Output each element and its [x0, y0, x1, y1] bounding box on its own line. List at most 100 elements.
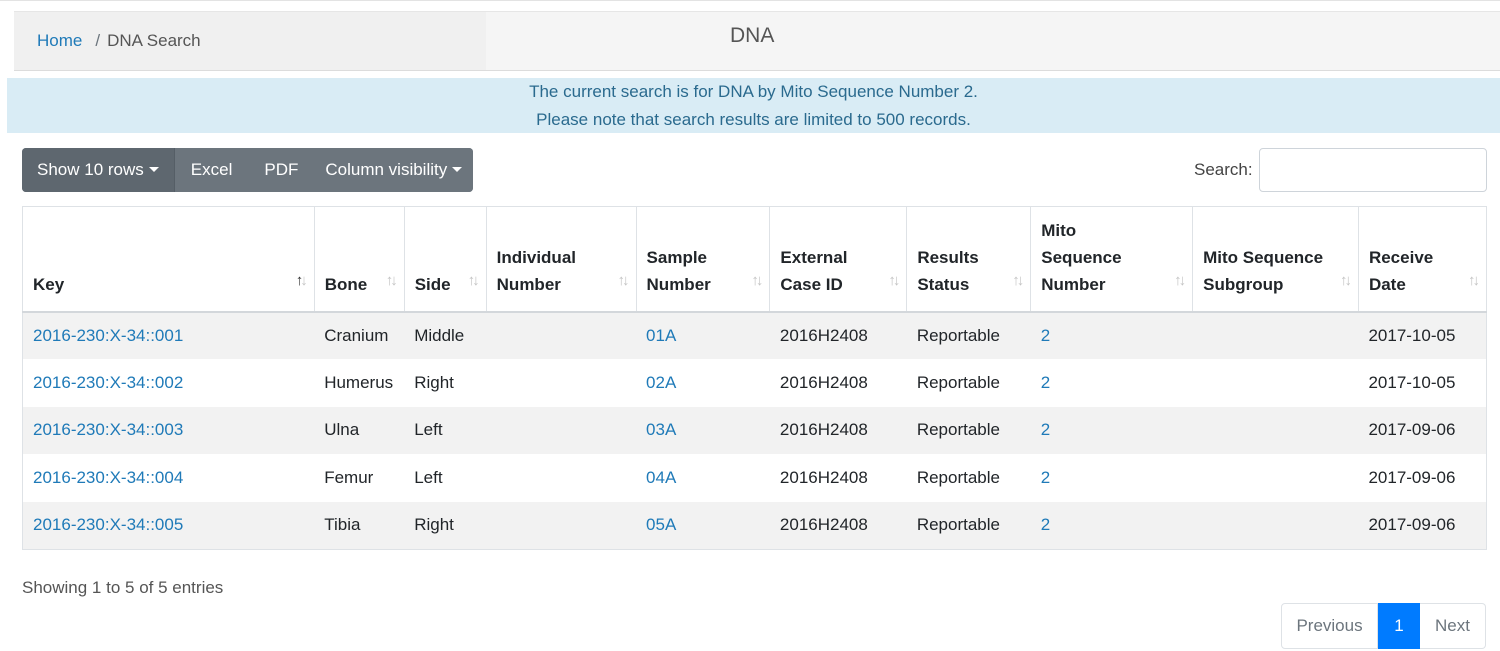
- sample-number-link[interactable]: 02A: [646, 373, 676, 392]
- cell-sample-number: 04A: [636, 454, 770, 502]
- column-header-individual-number[interactable]: Individual Number ↑↓: [486, 206, 637, 313]
- cell-key: 2016-230:X-34::005: [22, 501, 315, 550]
- cell-receive-date: 2017-09-06: [1358, 454, 1487, 502]
- cell-bone: Ulna: [314, 406, 405, 455]
- table-info-text: Showing 1 to 5 of 5 entries: [22, 578, 224, 597]
- sample-number-link[interactable]: 05A: [646, 515, 676, 534]
- cell-side: Left: [404, 406, 487, 455]
- breadcrumb-separator: /: [95, 31, 101, 50]
- cell-individual-number: [486, 406, 637, 455]
- sort-icon: ↑↓: [1174, 271, 1186, 289]
- sort-ascending-icon: ↑↓: [295, 271, 308, 289]
- header-label: Date: [1368, 274, 1406, 294]
- mito-sequence-link[interactable]: 2: [1041, 420, 1050, 439]
- table-row: 2016-230:X-34::001 Cranium Middle 01A 20…: [22, 311, 1487, 360]
- cell-sample-number: 01A: [636, 311, 770, 360]
- previous-page-button[interactable]: Previous: [1281, 603, 1378, 649]
- column-header-mito-sequence-subgroup[interactable]: Mito Sequence Subgroup ↑↓: [1192, 206, 1359, 313]
- cell-results-status: Reportable: [906, 406, 1031, 455]
- cell-receive-date: 2017-10-05: [1358, 311, 1487, 360]
- cell-individual-number: [486, 359, 637, 407]
- header-label: Status: [917, 274, 970, 294]
- column-visibility-label: Column visibility: [325, 160, 448, 179]
- show-rows-label: Show 10 rows: [37, 160, 144, 179]
- sort-icon: ↑↓: [617, 271, 630, 289]
- cell-side: Right: [404, 501, 487, 550]
- cell-mito-sequence-subgroup: [1192, 359, 1359, 407]
- cell-external-case-id: 2016H2408: [769, 359, 907, 407]
- key-link[interactable]: 2016-230:X-34::003: [33, 420, 183, 439]
- cell-individual-number: [486, 454, 637, 502]
- column-visibility-button[interactable]: Column visibility: [314, 148, 474, 192]
- sort-icon: ↑↓: [385, 271, 398, 289]
- header-label: Case ID: [780, 274, 843, 294]
- key-link[interactable]: 2016-230:X-34::002: [33, 373, 183, 392]
- table-row: 2016-230:X-34::002 Humerus Right 02A 201…: [22, 359, 1487, 407]
- cell-key: 2016-230:X-34::003: [22, 406, 315, 455]
- cell-external-case-id: 2016H2408: [769, 406, 907, 455]
- page-1-button[interactable]: 1: [1378, 603, 1420, 649]
- column-header-key[interactable]: Key ↑↓: [22, 206, 315, 313]
- pagination: Previous 1 Next: [1281, 603, 1486, 649]
- header-label: Individual: [496, 247, 576, 267]
- breadcrumb-current: DNA Search: [107, 31, 201, 50]
- cell-side: Right: [404, 359, 487, 407]
- key-link[interactable]: 2016-230:X-34::005: [33, 515, 183, 534]
- cell-results-status: Reportable: [906, 311, 1031, 360]
- cell-key: 2016-230:X-34::002: [22, 359, 315, 407]
- alert-line-1: The current search is for DNA by Mito Se…: [529, 82, 978, 101]
- header-label: Number: [496, 274, 561, 294]
- pdf-button[interactable]: PDF: [248, 148, 315, 192]
- cell-results-status: Reportable: [906, 454, 1031, 502]
- header-label: Sequence: [1041, 247, 1122, 267]
- sample-number-link[interactable]: 01A: [646, 326, 676, 345]
- header-label: Key: [33, 274, 65, 294]
- header-label: Bone: [324, 274, 368, 294]
- mito-sequence-link[interactable]: 2: [1041, 373, 1050, 392]
- mito-sequence-link[interactable]: 2: [1041, 515, 1050, 534]
- header-label: Results: [917, 247, 979, 267]
- header-label: Number: [1041, 274, 1106, 294]
- table-toolbar: Show 10 rows Excel PDF Column visibility: [22, 148, 474, 192]
- cell-results-status: Reportable: [906, 501, 1031, 550]
- sample-number-link[interactable]: 03A: [646, 420, 676, 439]
- mito-sequence-link[interactable]: 2: [1041, 326, 1050, 345]
- excel-button[interactable]: Excel: [174, 148, 249, 192]
- mito-sequence-link[interactable]: 2: [1041, 468, 1050, 487]
- breadcrumb-home-link[interactable]: Home: [37, 31, 82, 51]
- key-link[interactable]: 2016-230:X-34::001: [33, 326, 183, 345]
- header-label: Sample: [646, 247, 708, 267]
- cell-mito-sequence-subgroup: [1192, 406, 1359, 455]
- cell-external-case-id: 2016H2408: [769, 501, 907, 550]
- cell-receive-date: 2017-09-06: [1358, 406, 1487, 455]
- sort-icon: ↑↓: [1468, 271, 1480, 289]
- next-page-button[interactable]: Next: [1420, 603, 1486, 649]
- cell-side: Left: [404, 454, 487, 502]
- dna-results-table: Key ↑↓ Bone ↑↓ Side ↑↓ Individual Number…: [22, 206, 1487, 550]
- search-input[interactable]: [1259, 148, 1487, 192]
- cell-external-case-id: 2016H2408: [769, 311, 907, 360]
- sample-number-link[interactable]: 04A: [646, 468, 676, 487]
- cell-sample-number: 03A: [636, 406, 770, 455]
- sort-icon: ↑↓: [888, 271, 900, 289]
- column-header-external-case-id[interactable]: External Case ID ↑↓: [769, 206, 908, 313]
- header-label: Number: [646, 274, 711, 294]
- cell-mito-sequence-subgroup: [1192, 501, 1359, 550]
- column-header-results-status[interactable]: Results Status ↑↓: [906, 206, 1032, 313]
- key-link[interactable]: 2016-230:X-34::004: [33, 468, 183, 487]
- table-header-row: Key ↑↓ Bone ↑↓ Side ↑↓ Individual Number…: [22, 206, 1487, 313]
- cell-individual-number: [486, 311, 637, 360]
- cell-mito-sequence-number: 2: [1030, 311, 1193, 360]
- column-header-mito-sequence-number[interactable]: Mito Sequence Number ↑↓: [1030, 206, 1194, 313]
- column-header-bone[interactable]: Bone ↑↓: [314, 206, 405, 313]
- cell-mito-sequence-number: 2: [1030, 454, 1193, 502]
- column-header-side[interactable]: Side ↑↓: [404, 206, 487, 313]
- column-header-sample-number[interactable]: Sample Number ↑↓: [636, 206, 771, 313]
- cell-sample-number: 05A: [636, 501, 770, 550]
- alert-line-2: Please note that search results are limi…: [536, 110, 971, 129]
- column-header-receive-date[interactable]: Receive Date ↑↓: [1358, 206, 1487, 313]
- cell-mito-sequence-number: 2: [1030, 359, 1193, 407]
- cell-receive-date: 2017-10-05: [1358, 359, 1487, 407]
- cell-bone: Femur: [314, 454, 405, 502]
- show-rows-button[interactable]: Show 10 rows: [22, 148, 175, 192]
